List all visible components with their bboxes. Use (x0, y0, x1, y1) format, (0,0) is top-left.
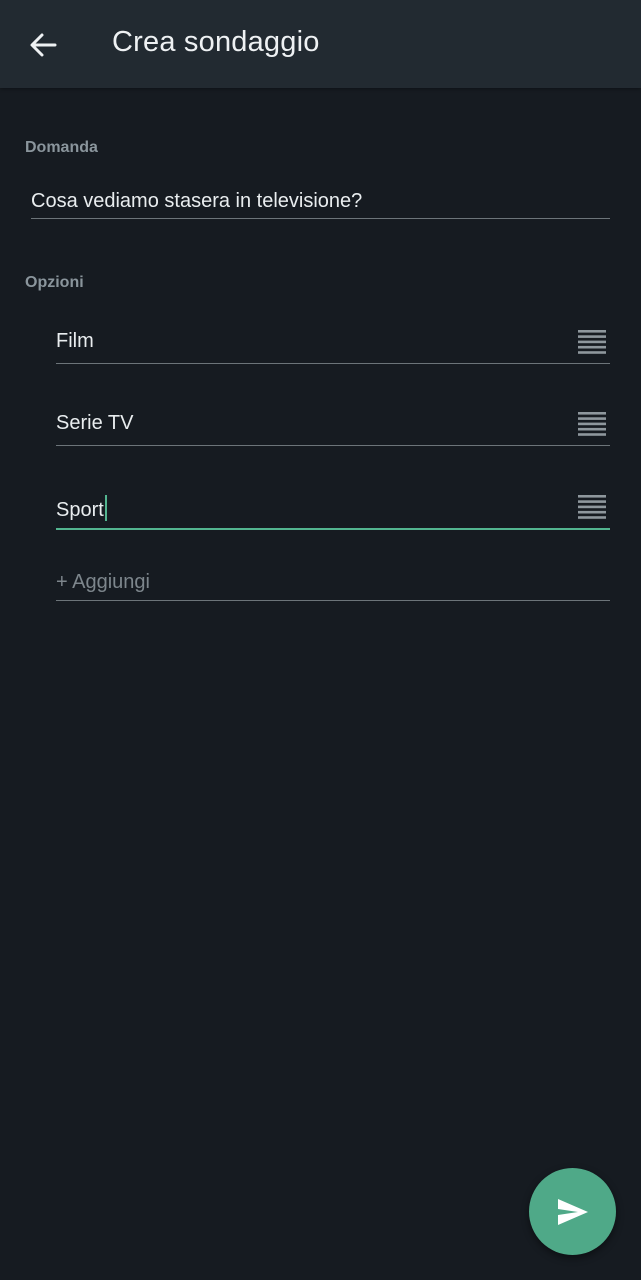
option-field-2[interactable]: Serie TV (56, 404, 610, 446)
add-option-placeholder[interactable]: + Aggiungi (56, 571, 150, 594)
app-bar: Crea sondaggio (0, 0, 641, 88)
option-input-3[interactable]: Sport (56, 499, 104, 521)
option-input-2[interactable]: Serie TV (56, 412, 133, 435)
drag-handle-icon[interactable] (578, 412, 606, 436)
text-cursor (104, 495, 107, 521)
option-input-1[interactable]: Film (56, 330, 94, 353)
drag-handle-icon[interactable] (578, 330, 606, 354)
question-input[interactable]: Cosa vediamo stasera in televisione? (31, 190, 362, 213)
option-input-3-wrap: Sport (56, 495, 107, 522)
question-label: Domanda (25, 139, 98, 156)
back-button[interactable] (18, 22, 68, 68)
send-button[interactable] (529, 1168, 616, 1255)
drag-handle-icon[interactable] (578, 495, 606, 519)
add-option-field[interactable]: + Aggiungi (56, 562, 610, 601)
question-field[interactable]: Cosa vediamo stasera in televisione? (31, 182, 610, 219)
page-title: Crea sondaggio (112, 26, 320, 58)
option-field-1[interactable]: Film (56, 322, 610, 364)
option-field-3[interactable]: Sport (56, 487, 610, 530)
send-icon (557, 1198, 588, 1225)
arrow-left-icon (30, 33, 57, 57)
options-label: Opzioni (25, 274, 84, 291)
